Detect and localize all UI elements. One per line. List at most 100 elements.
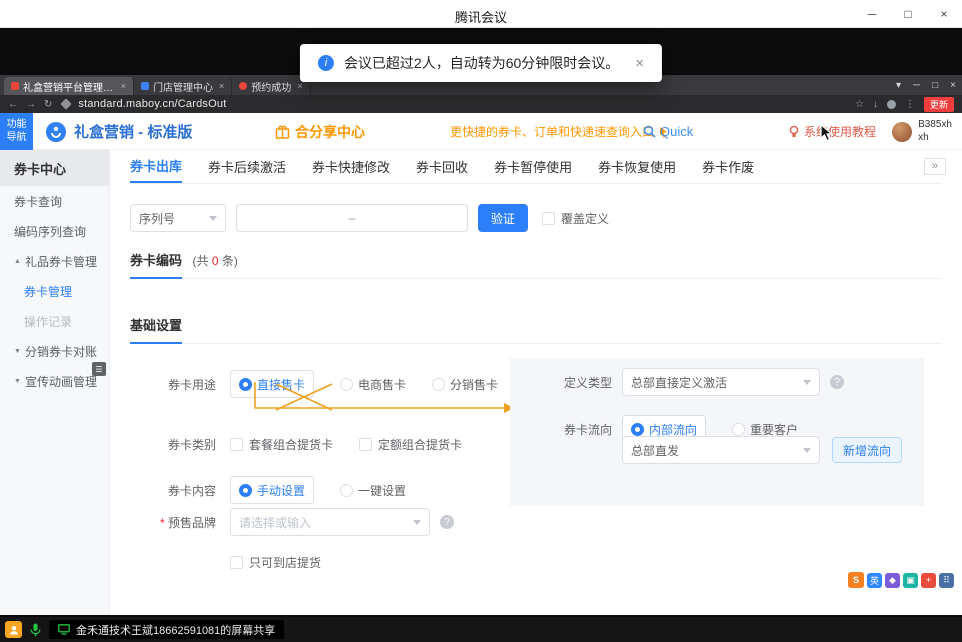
serial-select-value: 序列号: [139, 210, 175, 227]
tab-card-void[interactable]: 券卡作废: [702, 150, 754, 183]
browser-close-button[interactable]: ×: [950, 80, 956, 91]
radio-manual-setup[interactable]: 手动设置: [230, 476, 314, 504]
flow-target-select[interactable]: 总部直发: [622, 436, 820, 464]
flow-target-value: 总部直发: [631, 442, 679, 459]
extension-icon[interactable]: +: [921, 573, 936, 588]
tab-card-outbound[interactable]: 券卡出库: [130, 150, 182, 183]
browser-tab[interactable]: 预约成功 ×: [232, 77, 310, 95]
card-code-tab[interactable]: 券卡编码: [130, 250, 182, 279]
more-menu-icon[interactable]: ⋮: [905, 99, 915, 110]
nav-toggle-line2: 导航: [7, 132, 27, 145]
user-account[interactable]: B385xh xh: [892, 113, 952, 150]
radio-distribution-sale[interactable]: 分销售卡: [432, 376, 498, 393]
url-text[interactable]: standard.maboy.cn/CardsOut: [78, 98, 226, 110]
tab-menu-icon[interactable]: ▾: [896, 80, 901, 91]
definition-type-select[interactable]: 总部直接定义激活: [622, 368, 820, 396]
sidebar-item-label: 礼品券卡管理: [25, 253, 97, 270]
microphone-icon[interactable]: [30, 623, 41, 637]
person-icon: [9, 625, 19, 635]
browser-tab[interactable]: 门店管理中心 ×: [134, 77, 232, 95]
radio-ecommerce-sale[interactable]: 电商售卡: [340, 376, 406, 393]
required-mark: *: [160, 516, 165, 530]
tab-card-followup-activate[interactable]: 券卡后续激活: [208, 150, 286, 183]
nav-toggle-button[interactable]: 功能 导航: [0, 113, 33, 150]
search-icon: [643, 125, 656, 138]
reload-icon[interactable]: ↻: [44, 99, 52, 110]
info-icon: i: [318, 55, 334, 71]
sidebar-item-card-mgmt[interactable]: 券卡管理: [0, 276, 109, 306]
user-name-line1: B385xh: [918, 119, 952, 130]
maximize-button[interactable]: □: [890, 0, 926, 28]
main-content: » 券卡出库 券卡后续激活 券卡快捷修改 券卡回收 券卡暂停使用 券卡恢复使用 …: [110, 150, 962, 615]
add-flow-button[interactable]: 新增流向: [832, 437, 902, 463]
verify-button[interactable]: 验证: [478, 204, 528, 232]
checkbox-package-combo-card[interactable]: 套餐组合提货卡: [230, 436, 333, 453]
radio-label: 重要客户: [750, 421, 798, 438]
checkbox-icon: [359, 438, 372, 451]
extension-icon[interactable]: ⠿: [939, 573, 954, 588]
profile-icon[interactable]: [887, 100, 896, 109]
sidebar-title: 券卡中心: [0, 150, 109, 186]
back-icon[interactable]: ←: [8, 99, 18, 110]
serial-range-input[interactable]: –: [236, 204, 468, 232]
sidebar-collapse-icon[interactable]: ☰: [92, 362, 106, 376]
app-header: 功能 导航 礼盒营销 - 标准版: [0, 113, 962, 150]
toast-close-icon[interactable]: ×: [635, 55, 644, 72]
override-label[interactable]: 覆盖定义: [561, 210, 609, 227]
panel-collapse-button[interactable]: »: [924, 158, 946, 175]
definition-type-value: 总部直接定义激活: [631, 374, 727, 391]
radio-important-customer[interactable]: 重要客户: [732, 421, 798, 438]
tab-card-quick-edit[interactable]: 券卡快捷修改: [312, 150, 390, 183]
override-checkbox[interactable]: [542, 212, 555, 225]
tab-close-icon[interactable]: ×: [121, 81, 126, 91]
download-icon[interactable]: ↓: [873, 99, 878, 110]
bookmark-star-icon[interactable]: ☆: [855, 99, 864, 110]
extension-icon[interactable]: S: [848, 572, 864, 588]
minimize-button[interactable]: ─: [854, 0, 890, 28]
share-status-bar: 金禾通技术王斌18662591081的屏幕共享: [0, 617, 962, 642]
tab-card-restore[interactable]: 券卡恢复使用: [598, 150, 676, 183]
checkbox-icon: [230, 438, 243, 451]
info-icon[interactable]: ?: [440, 515, 454, 529]
chevron-down-icon: ▼: [14, 378, 21, 385]
sidebar-item-card-query[interactable]: 券卡查询: [0, 186, 109, 216]
tab-favicon-icon: [11, 82, 19, 90]
update-badge[interactable]: 更新: [924, 97, 954, 112]
checkbox-store-pickup-only[interactable]: 只可到店提货: [230, 554, 321, 571]
close-button[interactable]: ×: [926, 0, 962, 28]
tab-card-recycle[interactable]: 券卡回收: [416, 150, 468, 183]
info-icon[interactable]: ?: [830, 375, 844, 389]
tab-close-icon[interactable]: ×: [297, 81, 302, 91]
browser-tab-active[interactable]: 礼盒营销平台管理中心 ×: [4, 77, 134, 95]
browser-maximize-button[interactable]: □: [932, 80, 938, 91]
serial-select[interactable]: 序列号: [130, 204, 226, 232]
presale-brand-select[interactable]: 请选择或输入: [230, 508, 430, 536]
radio-direct-sale[interactable]: 直接售卡: [230, 370, 314, 398]
sidebar-group-gift-card-mgmt[interactable]: ▲ 礼品券卡管理: [0, 246, 109, 276]
main-tabs: 券卡出库 券卡后续激活 券卡快捷修改 券卡回收 券卡暂停使用 券卡恢复使用 券卡…: [130, 150, 942, 184]
lightbulb-icon: [788, 125, 800, 138]
tab-card-suspend[interactable]: 券卡暂停使用: [494, 150, 572, 183]
sidebar-item-code-serial-query[interactable]: 编码序列查询: [0, 216, 109, 246]
extension-icon[interactable]: 英: [867, 573, 882, 588]
sidebar-item-operation-log[interactable]: 操作记录: [0, 306, 109, 336]
quick-entry-link[interactable]: 更快捷的券卡、订单和快递速查询入口: [450, 113, 669, 150]
checkbox-icon: [230, 556, 243, 569]
tab-close-icon[interactable]: ×: [219, 81, 224, 91]
share-center-link[interactable]: 合分享中心: [275, 113, 365, 150]
flow-target-row: 总部直发 新增流向: [622, 436, 902, 464]
tab-label: 礼盒营销平台管理中心: [23, 79, 115, 94]
checkbox-fixed-combo-card[interactable]: 定额组合提货卡: [359, 436, 462, 453]
extension-icon[interactable]: ▣: [903, 573, 918, 588]
user-avatar: [892, 122, 912, 142]
tutorial-link[interactable]: 系统使用教程: [788, 113, 876, 150]
browser-minimize-button[interactable]: ─: [913, 80, 920, 91]
radio-one-click-setup[interactable]: 一键设置: [340, 482, 406, 499]
quick-search-link[interactable]: Quick: [643, 113, 693, 150]
presenter-avatar-icon[interactable]: [5, 621, 22, 638]
screen-icon: [58, 624, 70, 635]
basic-settings-tab[interactable]: 基础设置: [130, 315, 182, 344]
extension-icon[interactable]: ◆: [885, 573, 900, 588]
sidebar-item-label: 分销券卡对账: [25, 343, 97, 360]
forward-icon[interactable]: →: [26, 99, 36, 110]
